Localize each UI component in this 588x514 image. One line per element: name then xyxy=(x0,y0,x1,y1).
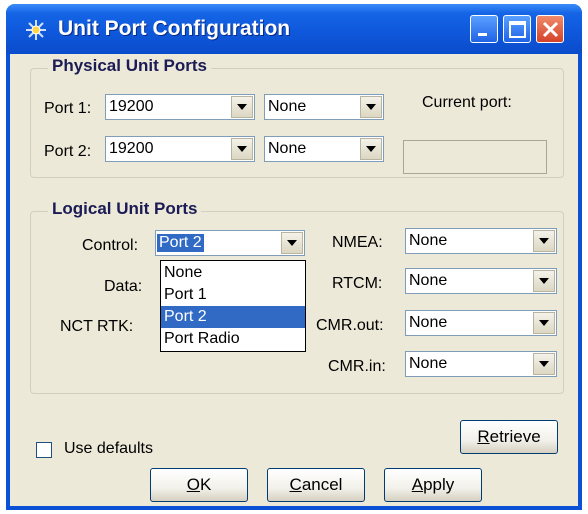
control-dropdown-list: None Port 1 Port 2 Port Radio xyxy=(160,260,306,352)
use-defaults-label[interactable]: Use defaults xyxy=(64,440,153,458)
logical-ports-legend: Logical Unit Ports xyxy=(48,199,202,219)
data-label: Data: xyxy=(104,278,143,295)
apply-label: pply xyxy=(423,475,455,494)
port2-baud-value: 19200 xyxy=(109,140,154,157)
port1-mode-select[interactable]: None xyxy=(264,94,384,120)
use-defaults-checkbox[interactable] xyxy=(36,442,52,458)
port1-mode-value: None xyxy=(268,98,307,115)
rtcm-label: RTCM: xyxy=(332,275,383,292)
chevron-down-icon[interactable] xyxy=(360,96,382,118)
physical-ports-legend: Physical Unit Ports xyxy=(48,56,211,76)
chevron-down-icon[interactable] xyxy=(231,138,253,160)
chevron-down-icon[interactable] xyxy=(533,270,555,292)
chevron-down-icon[interactable] xyxy=(231,96,253,118)
cmr-out-label: CMR.out: xyxy=(316,317,384,334)
port2-mode-select[interactable]: None xyxy=(264,136,384,162)
rtcm-select[interactable]: None xyxy=(405,268,557,294)
chevron-down-icon[interactable] xyxy=(360,138,382,160)
cmr-in-label: CMR.in: xyxy=(328,358,386,375)
dialog-body: Physical Unit Ports Port 1: 19200 None P… xyxy=(10,54,578,506)
cmr-out-select[interactable]: None xyxy=(405,310,557,336)
ok-label: K xyxy=(199,475,212,494)
close-button[interactable] xyxy=(536,15,564,43)
dropdown-option[interactable]: Port Radio xyxy=(161,328,305,350)
port2-label: Port 2: xyxy=(44,143,92,160)
nmea-label: NMEA: xyxy=(332,234,383,251)
minimize-button[interactable] xyxy=(470,15,498,43)
cmr-in-select[interactable]: None xyxy=(405,351,557,377)
dropdown-option[interactable]: Port 1 xyxy=(161,284,305,306)
apply-button[interactable]: Apply xyxy=(384,468,482,502)
ok-accel: O xyxy=(186,475,200,494)
nmea-value: None xyxy=(409,232,448,249)
dropdown-option-selected[interactable]: Port 2 xyxy=(161,306,305,328)
port2-baud-select[interactable]: 19200 xyxy=(105,136,255,162)
cancel-label: ancel xyxy=(301,475,343,494)
apply-accel: A xyxy=(411,475,424,494)
control-select[interactable]: Port 2 xyxy=(155,230,305,256)
maximize-button[interactable] xyxy=(503,15,531,43)
chevron-down-icon[interactable] xyxy=(281,232,303,254)
window-title: Unit Port Configuration xyxy=(58,17,291,40)
minimize-icon xyxy=(478,33,487,36)
maximize-icon xyxy=(509,21,526,38)
cmr-in-value: None xyxy=(409,355,448,372)
current-port-field xyxy=(403,140,547,174)
port1-label: Port 1: xyxy=(44,100,92,117)
close-icon xyxy=(542,21,559,38)
title-bar[interactable]: Unit Port Configuration xyxy=(6,4,582,54)
rtcm-value: None xyxy=(409,272,448,289)
dropdown-option[interactable]: None xyxy=(161,262,305,284)
dialog-window: Unit Port Configuration Physical Unit Po… xyxy=(6,4,582,510)
retrieve-label: etrieve xyxy=(489,427,541,446)
control-value: Port 2 xyxy=(157,234,204,252)
retrieve-accel: R xyxy=(477,427,490,446)
port2-mode-value: None xyxy=(268,140,307,157)
cancel-accel: C xyxy=(289,475,302,494)
cancel-button[interactable]: Cancel xyxy=(267,468,365,502)
ok-button[interactable]: OK xyxy=(150,468,248,502)
retrieve-button[interactable]: Retrieve xyxy=(460,420,558,454)
nct-rtk-label: NCT RTK: xyxy=(60,318,134,335)
port1-baud-value: 19200 xyxy=(109,98,154,115)
satellite-icon xyxy=(26,20,46,40)
chevron-down-icon[interactable] xyxy=(533,353,555,375)
cmr-out-value: None xyxy=(409,314,448,331)
current-port-label: Current port: xyxy=(422,94,512,111)
control-label: Control: xyxy=(82,237,139,254)
chevron-down-icon[interactable] xyxy=(533,312,555,334)
chevron-down-icon[interactable] xyxy=(533,230,555,252)
port1-baud-select[interactable]: 19200 xyxy=(105,94,255,120)
nmea-select[interactable]: None xyxy=(405,228,557,254)
